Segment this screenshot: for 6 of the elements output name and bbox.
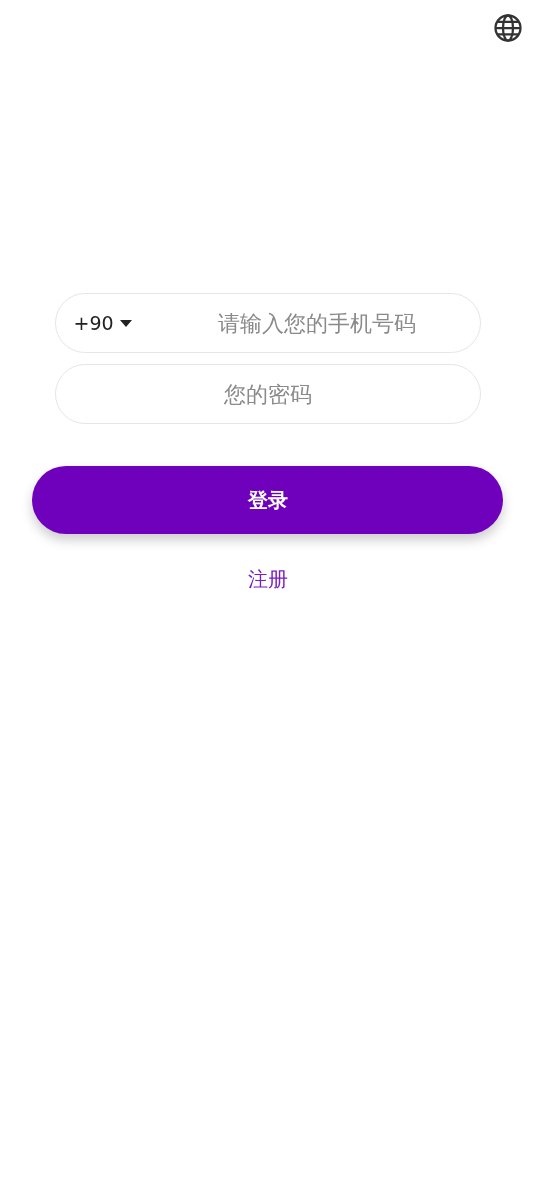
login-button[interactable]: 登录 xyxy=(32,466,503,534)
globe-icon[interactable] xyxy=(493,13,523,43)
caret-icon xyxy=(119,319,132,327)
country-code-dropdown[interactable]: +90 xyxy=(73,312,132,334)
register-link[interactable]: 注册 xyxy=(247,566,288,593)
password-field[interactable]: 您的密码 xyxy=(54,364,481,424)
